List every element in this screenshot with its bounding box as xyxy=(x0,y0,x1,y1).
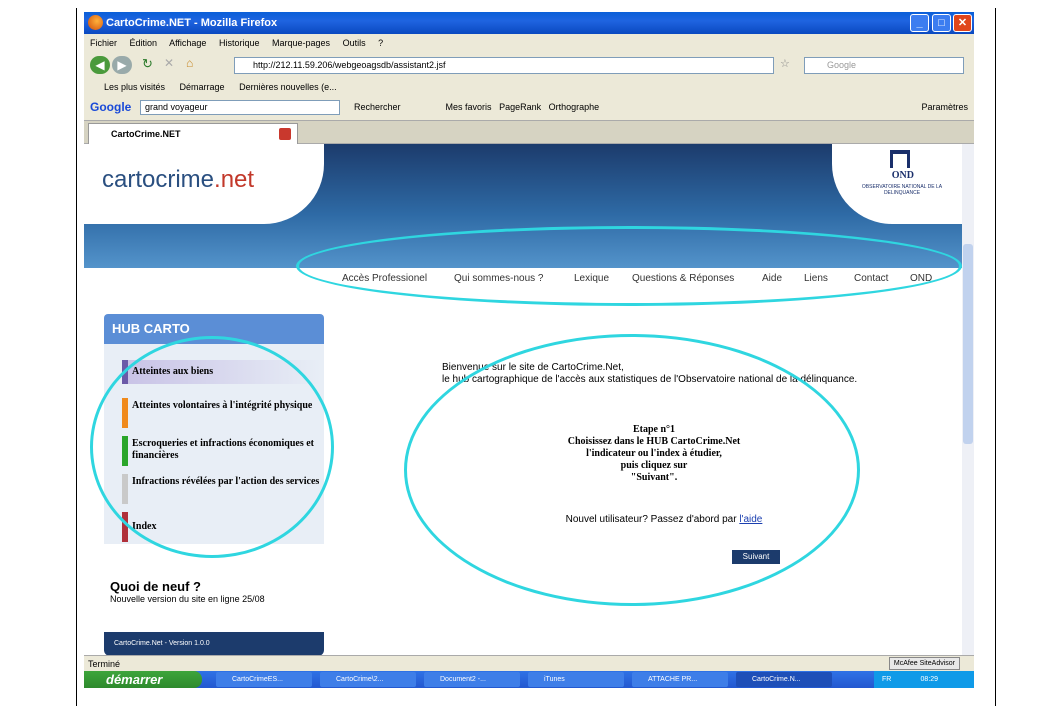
nav-qui-sommes-nous[interactable]: Qui sommes-nous ? xyxy=(454,268,543,290)
help-link[interactable]: l'aide xyxy=(739,514,762,525)
taskbar: démarrer CartoCrimeES... CartoCrime\2...… xyxy=(84,671,974,688)
hub-title: HUB CARTO xyxy=(104,314,324,344)
web-page: cartocrime.net OND OBSERVATOIRE NATIONAL… xyxy=(84,144,962,655)
tab-close-icon[interactable] xyxy=(279,128,291,140)
news-text: Nouvelle version du site en ligne 25/08 xyxy=(110,594,265,604)
news-box: Quoi de neuf ? Nouvelle version du site … xyxy=(104,569,324,617)
task-document2[interactable]: Document2 -... xyxy=(424,672,520,687)
google-search-button[interactable]: Rechercher xyxy=(354,102,401,112)
pagerank-indicator: PageRank xyxy=(499,102,542,112)
navigation-toolbar: ◀ ▶ ↻ ✕ ⌂ http://212.11.59.206/webgeoags… xyxy=(84,52,974,78)
next-button[interactable]: Suivant xyxy=(732,550,780,564)
task-itunes[interactable]: iTunes xyxy=(528,672,624,687)
hub-item-atteintes-volontaires[interactable]: Atteintes volontaires à l'intégrité phys… xyxy=(122,398,322,428)
nav-ond[interactable]: OND xyxy=(910,268,932,290)
scrollbar-thumb[interactable] xyxy=(963,244,973,444)
tab-bar: CartoCrime.NET xyxy=(84,120,974,144)
status-bar: Terminé McAfee SiteAdvisor xyxy=(84,655,974,671)
task-cartocrime-es[interactable]: CartoCrimeES... xyxy=(216,672,312,687)
minimize-button[interactable]: _ xyxy=(910,14,929,32)
mcafee-siteadvisor[interactable]: McAfee SiteAdvisor xyxy=(888,657,960,670)
task-cartocrime-net[interactable]: CartoCrime.N... xyxy=(736,672,832,687)
url-text: http://212.11.59.206/webgeoagsdb/assista… xyxy=(253,60,446,70)
site-nav: Accès Professionel Qui sommes-nous ? Lex… xyxy=(84,268,962,290)
bookmark-star-icon[interactable]: ☆ xyxy=(780,57,790,70)
language-indicator[interactable]: FR xyxy=(882,676,891,683)
browser-window: CartoCrime.NET - Mozilla Firefox _ □ ✕ F… xyxy=(84,12,974,688)
menu-marque-pages[interactable]: Marque-pages xyxy=(272,38,330,48)
bookmark-latest-news[interactable]: Dernières nouvelles (e... xyxy=(239,82,337,92)
bookmarks-toolbar: Les plus visités Démarrage Dernières nou… xyxy=(84,78,974,96)
forward-icon[interactable]: ▶ xyxy=(112,56,132,74)
step-title: Etape n°1 xyxy=(632,424,676,435)
hub-item-index[interactable]: Index xyxy=(122,512,322,542)
hub-item-atteintes-biens[interactable]: Atteintes aux biens xyxy=(122,360,322,384)
hub-item-escroqueries[interactable]: Escroqueries et infractions économiques … xyxy=(122,436,322,466)
menu-fichier[interactable]: Fichier xyxy=(90,38,117,48)
start-button[interactable]: démarrer xyxy=(84,671,202,688)
menu-outils[interactable]: Outils xyxy=(343,38,366,48)
ond-logo[interactable]: OND xyxy=(892,170,914,181)
settings-button[interactable]: Paramètres xyxy=(921,96,968,118)
maximize-button[interactable]: □ xyxy=(932,14,951,32)
nav-aide[interactable]: Aide xyxy=(762,268,782,290)
system-tray: FR 08:29 xyxy=(874,671,974,688)
task-cartocrime-2[interactable]: CartoCrime\2... xyxy=(320,672,416,687)
site-logo[interactable]: cartocrime.net xyxy=(102,166,254,194)
hub-menu: Atteintes aux biens Atteintes volontaire… xyxy=(104,344,324,544)
new-user-hint: Nouvel utilisateur? Passez d'abord par l… xyxy=(565,514,763,525)
ond-subtitle: OBSERVATOIRE NATIONAL DE LA DELINQUANCE xyxy=(861,184,943,196)
back-icon[interactable]: ◀ xyxy=(90,56,110,74)
site-header: cartocrime.net OND OBSERVATOIRE NATIONAL… xyxy=(84,144,962,284)
status-text: Terminé xyxy=(88,659,121,669)
step-instructions: Etape n°1 Choisissez dans le HUB CartoCr… xyxy=(504,424,804,484)
bookmark-start[interactable]: Démarrage xyxy=(180,82,225,92)
spellcheck-button[interactable]: Orthographe xyxy=(549,102,600,112)
menu-help[interactable]: ? xyxy=(378,38,383,48)
google-logo: Google xyxy=(90,100,132,114)
favorites-button[interactable]: Mes favoris xyxy=(446,102,492,112)
ond-building-icon xyxy=(890,150,910,168)
vertical-scrollbar[interactable] xyxy=(962,144,974,655)
tab-cartocrime[interactable]: CartoCrime.NET xyxy=(88,123,298,144)
version-label: CartoCrime.Net - Version 1.0.0 xyxy=(104,632,324,655)
reload-icon[interactable]: ↻ xyxy=(142,56,153,72)
menu-affichage[interactable]: Affichage xyxy=(169,38,206,48)
menu-historique[interactable]: Historique xyxy=(219,38,260,48)
bookmark-most-visited[interactable]: Les plus visités xyxy=(104,82,165,92)
welcome-text: Bienvenue sur le site de CartoCrime.Net,… xyxy=(442,362,858,385)
clock: 08:29 xyxy=(920,676,939,683)
google-search-field[interactable]: grand voyageur xyxy=(140,100,340,115)
google-toolbar: Google grand voyageur Rechercher Mes fav… xyxy=(84,96,974,118)
nav-contact[interactable]: Contact xyxy=(854,268,888,290)
home-icon[interactable]: ⌂ xyxy=(186,56,193,70)
search-input[interactable]: Google xyxy=(804,57,964,74)
menu-bar: Fichier Édition Affichage Historique Mar… xyxy=(84,34,974,52)
nav-lexique[interactable]: Lexique xyxy=(574,268,609,290)
hub-item-infractions-revelees[interactable]: Infractions révélées par l'action des se… xyxy=(122,474,322,504)
title-bar: CartoCrime.NET - Mozilla Firefox _ □ ✕ xyxy=(84,12,974,34)
news-title: Quoi de neuf ? xyxy=(110,579,201,594)
firefox-icon xyxy=(88,15,103,30)
menu-edition[interactable]: Édition xyxy=(130,38,158,48)
stop-icon[interactable]: ✕ xyxy=(164,56,174,70)
google-toolbar-items: Rechercher Mes favoris PageRank Orthogra… xyxy=(354,96,599,118)
hub-sidebar: HUB CARTO Atteintes aux biens Atteintes … xyxy=(104,314,324,655)
address-bar[interactable]: http://212.11.59.206/webgeoagsdb/assista… xyxy=(234,57,774,74)
nav-liens[interactable]: Liens xyxy=(804,268,828,290)
task-attache[interactable]: ATTACHE PR... xyxy=(632,672,728,687)
nav-acces-pro[interactable]: Accès Professionel xyxy=(342,268,427,290)
close-button[interactable]: ✕ xyxy=(953,14,972,32)
nav-questions-reponses[interactable]: Questions & Réponses xyxy=(632,268,734,290)
window-title: CartoCrime.NET - Mozilla Firefox xyxy=(106,17,278,29)
